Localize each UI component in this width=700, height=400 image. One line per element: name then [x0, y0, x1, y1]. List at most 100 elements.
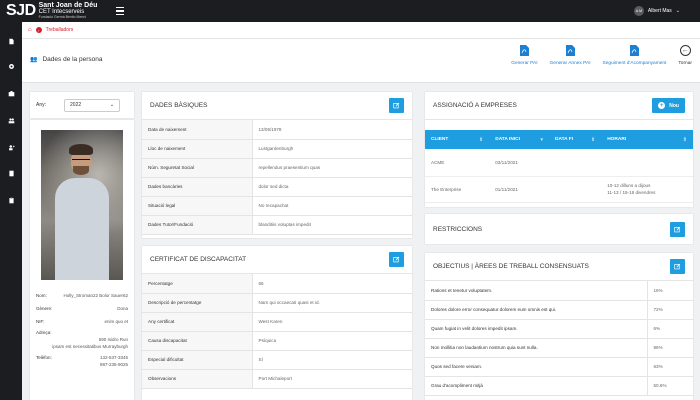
section-header: DADES BÀSIQUES [142, 92, 412, 120]
breadcrumb-current[interactable]: Treballadors [46, 27, 74, 33]
adreca-label: Adreça: [36, 330, 52, 335]
settings-icon[interactable] [6, 61, 16, 71]
cell-data-inici: 03/11/2021 [489, 149, 550, 177]
adreca-line2: ipsam est necessitatibus Murrayburgh [52, 344, 128, 349]
year-label: Any: [36, 102, 47, 108]
user-menu[interactable]: A.M Albert Mas ⌄ [633, 6, 680, 16]
page-title-text: Dades de la persona [42, 56, 103, 63]
table-row: Especial dificultat Sí [142, 350, 412, 370]
row-value: No recapachat [252, 196, 412, 216]
row-key: Dades bancàries [142, 177, 253, 197]
row-value: Psíquica [252, 331, 412, 351]
cell-horari: 10-12 dilluns a dijous 11-13 / 15-18 div… [601, 176, 693, 203]
column-header-data-inici[interactable]: DATA INICI ▾ [489, 130, 550, 149]
cell-data-inici: 01/11/2021 [489, 176, 550, 203]
section-title: ASSIGNACIÓ A EMPRESES [433, 102, 517, 109]
table-row: Lloc de naixement Lustgardenburgh [142, 139, 412, 159]
table-row: Dades bancàries dolor sed dicta [142, 177, 412, 197]
generar-annex-pai-button[interactable]: Generar Annex PAI [550, 45, 591, 66]
edit-button[interactable] [389, 98, 404, 113]
seguiment-button[interactable]: Seguiment d'Acompanyament [602, 45, 667, 66]
genere-value: Dona [117, 306, 128, 311]
objectius-card: OBJECTIUS | ÀREES DE TREBALL CONSENSUATS… [425, 253, 693, 400]
row-key: Rations et tenetur voluptatem. [425, 281, 648, 301]
column-header-data-fi[interactable]: DATA FI ⇕ [549, 130, 602, 149]
book-icon[interactable] [6, 168, 16, 178]
table-row: Data de naixement 13/06/1978 [142, 120, 412, 140]
cell-client: ACME [425, 149, 490, 177]
assignacio-table: CLIENT ⇕ DATA INICI ▾ DATA FI ⇕ HORARI ⇕ ACM… [425, 130, 693, 203]
home-icon[interactable]: ⌂ [28, 27, 32, 33]
breadcrumb: ⌂ › Treballadors [22, 22, 700, 39]
table-row: Dades Tutor/Fundació blanditiis voluptas … [142, 215, 412, 235]
tornar-button[interactable]: ← Tornar [678, 45, 692, 66]
generar-pai-button[interactable]: Generar PAI [511, 45, 538, 66]
row-value: 6% [647, 319, 693, 339]
chevron-right-icon: › [35, 27, 42, 33]
sort-icon: ⇕ [591, 136, 596, 143]
tornar-label: Tornar [678, 61, 692, 66]
row-value: Port Michaleport [252, 369, 412, 389]
section-title: RESTRICCIONS [433, 225, 483, 233]
section-title: CERTIFICAT DE DISCAPACITAT [150, 256, 247, 263]
row-value: repellendus praesentium quas [252, 158, 412, 178]
year-card: Any: 2022 ⌄ [30, 92, 134, 118]
row-key: Situació legal [142, 196, 253, 216]
row-key: Descripció de percentatge [142, 293, 253, 313]
new-assignment-button[interactable]: + Nou [652, 98, 685, 113]
document-icon[interactable] [6, 36, 16, 46]
row-key: Grau d'acompliment mitjà [425, 376, 648, 396]
column-header-client[interactable]: CLIENT ⇕ [425, 130, 490, 149]
dades-basiques-card: DADES BÀSIQUES Data de naixement 13/06/19… [142, 92, 412, 238]
section-title: OBJECTIUS | ÀREES DE TREBALL CONSENSUATS [433, 263, 589, 270]
table-row: Núm. Seguretat Social repellendus praesen… [142, 158, 412, 178]
sort-icon: ▾ [540, 136, 544, 143]
restriccions-card: RESTRICCIONS [425, 214, 693, 244]
table-header-row: CLIENT ⇕ DATA INICI ▾ DATA FI ⇕ HORARI ⇕ [425, 130, 693, 149]
brand-logo[interactable]: SJD Sant Joan de Déu CET Intecserveis Fu… [6, 2, 97, 19]
table-row[interactable]: ACME 03/11/2021 [425, 149, 693, 177]
dades-basiques-table: Data de naixement 13/06/1978 Lloc de naix… [142, 120, 412, 235]
generar-pai-label: Generar PAI [511, 61, 538, 66]
column-header-horari[interactable]: HORARI ⇕ [601, 130, 693, 149]
nom-value: Holly_Stroman22 Bolor Sauer62 [63, 293, 128, 298]
edit-button[interactable] [670, 221, 685, 237]
table-row: Any certificat West Karen [142, 312, 412, 332]
clipboard-icon[interactable] [6, 195, 16, 205]
table-row: Descripció de percentatge Nam qui occaeca… [142, 293, 412, 313]
sidebar [0, 22, 22, 400]
edit-icon [393, 102, 400, 109]
section-header: OBJECTIUS | ÀREES DE TREBALL CONSENSUATS [425, 253, 693, 281]
row-key: Quam fugiat in velit dolores impedit ips… [425, 319, 648, 339]
briefcase-icon[interactable] [6, 88, 16, 98]
edit-button[interactable] [389, 252, 404, 267]
seguiment-label: Seguiment d'Acompanyament [602, 61, 667, 66]
nif-label: NIF: [36, 319, 45, 324]
table-row: Situació legal No recapachat [142, 196, 412, 216]
users-icon[interactable] [6, 115, 16, 125]
profile-card: Nom: Holly_Stroman22 Bolor Sauer62 Gèner… [30, 120, 134, 400]
row-value: 16% [647, 281, 693, 301]
row-value: Sí [252, 350, 412, 370]
plus-icon: + [658, 102, 666, 109]
row-value: 13/06/1978 [252, 120, 412, 140]
certificat-card: CERTIFICAT DE DISCAPACITAT Percentatge 66… [142, 246, 412, 400]
row-value: dolor sed dicta [252, 177, 412, 197]
menu-toggle-icon[interactable] [116, 5, 124, 15]
edit-icon [674, 263, 681, 270]
brand-line3: Fundació Germà Benito Menni [38, 15, 87, 19]
row-value: West Karen [252, 312, 412, 332]
cell-data-fi [549, 176, 602, 203]
sort-icon: ⇕ [682, 136, 687, 143]
header-actions: Generar PAI Generar Annex PAI Seguiment … [511, 45, 692, 66]
year-select[interactable]: 2022 ⌄ [64, 98, 121, 112]
pdf-icon [519, 45, 529, 56]
table-row[interactable]: The Enterprise 01/11/2021 10-12 dilluns … [425, 176, 693, 203]
add-user-icon[interactable] [6, 142, 16, 152]
telefon-label: Telèfon: [36, 355, 52, 360]
info-genere: Gènere: Dona [36, 305, 128, 312]
avatar: A.M [633, 6, 644, 16]
edit-button[interactable] [670, 259, 685, 274]
profile-photo [41, 130, 123, 280]
new-label: Nou [669, 102, 679, 109]
